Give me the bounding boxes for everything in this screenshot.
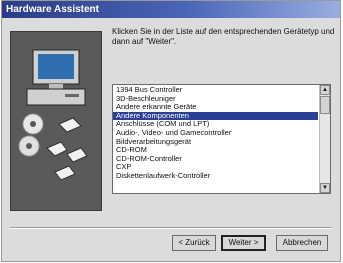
device-type-item[interactable]: Bildverarbeitungsgerät [113, 138, 318, 147]
wizard-illustration [10, 31, 102, 211]
hardware-wizard-window: Hardware Assistent Klicken Sie in der Li… [1, 0, 341, 262]
scroll-down-arrow-icon: ▼ [322, 185, 328, 191]
scroll-thumb[interactable] [320, 96, 330, 114]
scroll-up-button[interactable]: ▲ [320, 85, 330, 95]
device-type-item[interactable]: Anschlüsse (COM und LPT) [113, 120, 318, 129]
list-scrollbar[interactable]: ▲ ▼ [319, 85, 330, 193]
instruction-text: Klicken Sie in der Liste auf den entspre… [112, 27, 335, 46]
window-title: Hardware Assistent [6, 4, 99, 15]
device-type-item[interactable]: CD-ROM-Controller [113, 155, 318, 164]
device-type-item[interactable]: 1394 Bus Controller [113, 86, 318, 95]
scroll-up-arrow-icon: ▲ [322, 87, 328, 93]
device-type-item[interactable]: Diskettenlaufwerk-Controller [113, 172, 318, 181]
device-type-item[interactable]: Audio-, Video- und Gamecontroller [113, 129, 318, 138]
device-type-item[interactable]: 3D-Beschleuniger [113, 95, 318, 104]
device-type-listbox[interactable]: 1394 Bus Controller 3D-Beschleuniger Ander… [112, 84, 331, 194]
button-separator [10, 227, 332, 229]
device-type-item[interactable]: CD-ROM [113, 146, 318, 155]
device-type-item[interactable]: Andere erkannte Geräte [113, 103, 318, 112]
title-bar: Hardware Assistent [2, 1, 340, 18]
next-button[interactable]: Weiter > [221, 235, 266, 251]
device-type-item[interactable]: CXP [113, 163, 318, 172]
cancel-button[interactable]: Abbrechen [276, 235, 328, 251]
device-type-list: 1394 Bus Controller 3D-Beschleuniger Ander… [113, 86, 318, 181]
back-button[interactable]: < Zurück [172, 235, 216, 251]
device-type-item[interactable]: Andere Komponenten [113, 111, 318, 121]
scroll-down-button[interactable]: ▼ [320, 183, 330, 193]
